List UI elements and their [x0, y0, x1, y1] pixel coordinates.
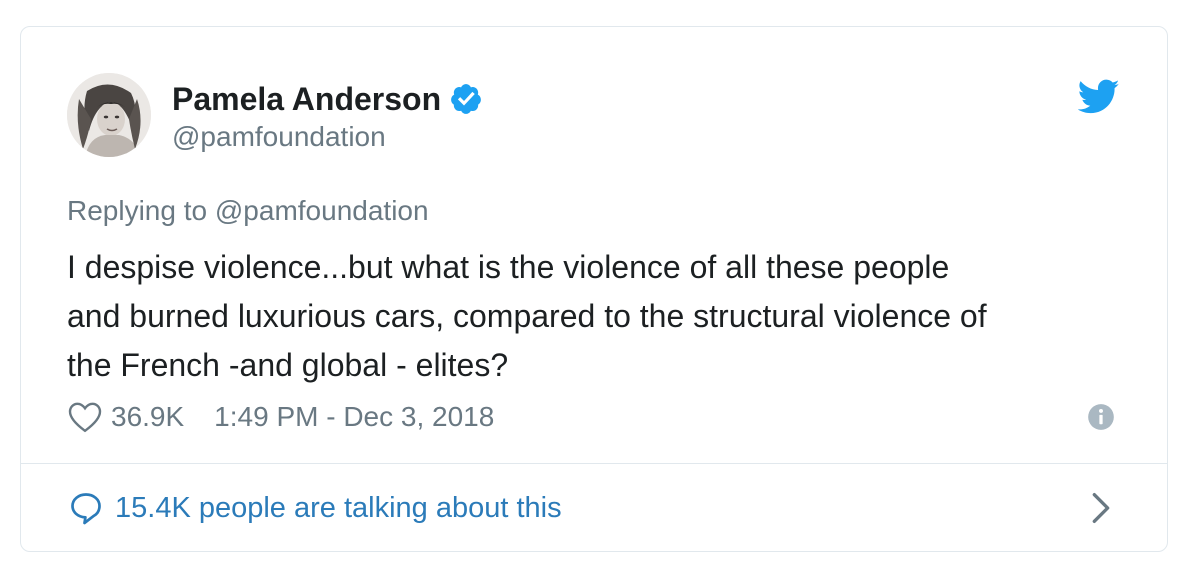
- conversation-count[interactable]: 15.4K people are talking about this: [115, 492, 562, 525]
- avatar[interactable]: [67, 73, 151, 157]
- twitter-bird-icon[interactable]: [1077, 79, 1120, 115]
- heart-icon[interactable]: [67, 400, 103, 434]
- reply-context-prefix: Replying to: [67, 195, 208, 226]
- reply-mention-link[interactable]: @pamfoundation: [215, 195, 429, 226]
- tweet-text-line: and burned luxurious cars, compared to t…: [67, 298, 987, 334]
- tweet-card: Pamela Anderson @pamfoundation Replying …: [20, 26, 1168, 552]
- tweet-meta: 36.9K 1:49 PM - Dec 3, 2018: [67, 397, 494, 437]
- author-display-name[interactable]: Pamela Anderson: [172, 81, 441, 118]
- verified-badge-icon: [449, 79, 489, 119]
- footer-divider: [21, 463, 1167, 464]
- tweet-text: I despise violence...but what is the vio…: [67, 243, 1137, 390]
- conversation-link[interactable]: 15.4K people are talking about this: [67, 485, 562, 531]
- like-count[interactable]: 36.9K: [111, 401, 184, 433]
- tweet-text-line: the French -and global - elites?: [67, 347, 509, 383]
- author-handle[interactable]: @pamfoundation: [172, 121, 386, 153]
- avatar-image: [67, 73, 151, 157]
- info-icon[interactable]: [1087, 403, 1115, 431]
- speech-bubble-icon: [71, 493, 101, 525]
- tweet-text-line: I despise violence...but what is the vio…: [67, 249, 950, 285]
- chevron-right-icon[interactable]: [1091, 491, 1111, 525]
- reply-context: Replying to @pamfoundation: [67, 195, 429, 227]
- author-name-row: Pamela Anderson: [172, 79, 489, 119]
- tweet-timestamp[interactable]: 1:49 PM - Dec 3, 2018: [214, 401, 494, 433]
